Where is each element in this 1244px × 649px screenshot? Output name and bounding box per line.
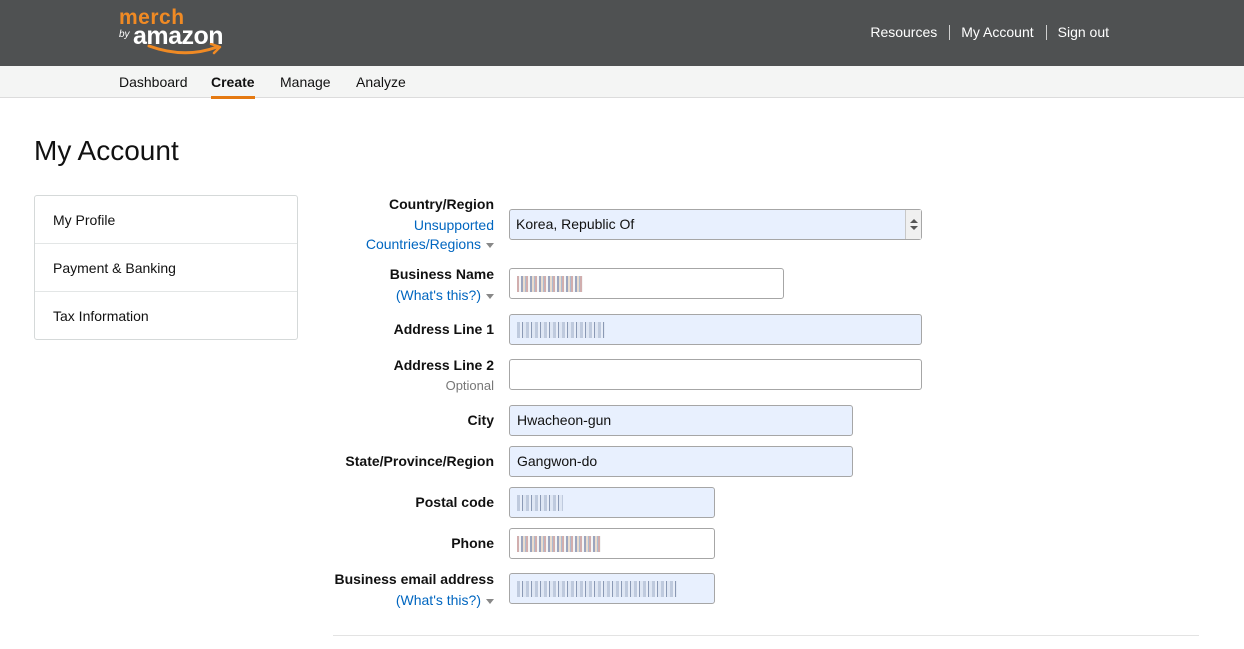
unsupported-countries-link-line1[interactable]: Unsupported [414, 217, 494, 233]
whats-this-text: (What's this?) [395, 287, 481, 303]
business-name-whats-this-link[interactable]: (What's this?) [396, 287, 494, 303]
my-account-link[interactable]: My Account [961, 24, 1033, 40]
country-select-value: Korea, Republic Of [516, 216, 635, 232]
city-value: Hwacheon-gun [517, 412, 612, 428]
top-bar: merch by amazon Resources My Account Sig… [0, 0, 1244, 66]
account-sidebar: My Profile Payment & Banking Tax Informa… [34, 195, 298, 340]
country-label: Country/Region [389, 196, 494, 212]
sidebar-item-tax-information[interactable]: Tax Information [35, 292, 297, 340]
header-links: Resources My Account Sign out [870, 24, 1109, 40]
amazon-smile-icon [147, 43, 222, 55]
sidebar-item-my-profile[interactable]: My Profile [35, 196, 297, 244]
select-arrows-icon [905, 210, 921, 239]
caret-down-icon [486, 598, 494, 604]
sign-out-link[interactable]: Sign out [1058, 24, 1109, 40]
business-email-whats-this-link[interactable]: (What's this?) [396, 592, 494, 608]
business-email-label: Business email address [334, 571, 494, 587]
state-input[interactable]: Gangwon-do [509, 446, 853, 477]
caret-down-icon [486, 242, 494, 248]
tab-dashboard[interactable]: Dashboard [119, 74, 188, 90]
caret-down-icon [486, 293, 494, 299]
whats-this-text: (What's this?) [395, 592, 481, 608]
address-line-1-label: Address Line 1 [393, 321, 494, 337]
business-email-input[interactable] [509, 573, 715, 604]
address-line-2-label: Address Line 2 [393, 357, 494, 373]
phone-label: Phone [451, 535, 494, 551]
city-input[interactable]: Hwacheon-gun [509, 405, 853, 436]
address-line-1-input[interactable] [509, 314, 922, 345]
header-divider [1045, 24, 1047, 40]
main-nav: Dashboard Create Manage Analyze [0, 66, 1244, 99]
country-select[interactable]: Korea, Republic Of [509, 209, 922, 240]
tab-create[interactable]: Create [211, 74, 255, 99]
business-name-label: Business Name [389, 266, 494, 282]
tab-analyze[interactable]: Analyze [356, 74, 406, 90]
state-label: State/Province/Region [345, 453, 494, 469]
postal-code-input[interactable] [509, 487, 715, 518]
tab-manage[interactable]: Manage [280, 74, 331, 90]
sidebar-item-payment-banking[interactable]: Payment & Banking [35, 244, 297, 292]
postal-code-label: Postal code [415, 494, 494, 510]
resources-link[interactable]: Resources [870, 24, 937, 40]
unsupported-countries-link[interactable]: Countries/Regions [366, 236, 494, 252]
redacted-value [517, 581, 677, 598]
address-line-2-optional-hint: Optional [445, 378, 494, 393]
state-value: Gangwon-do [517, 453, 598, 469]
unsupported-countries-link-line2: Countries/Regions [365, 236, 481, 252]
redacted-value [517, 276, 583, 293]
redacted-value [517, 322, 605, 339]
address-line-2-input[interactable] [509, 359, 922, 390]
page-title: My Account [34, 135, 179, 166]
merch-by-amazon-logo[interactable]: merch by amazon [119, 6, 229, 58]
phone-input[interactable] [509, 528, 715, 559]
business-name-input[interactable] [509, 268, 784, 299]
redacted-value [517, 536, 601, 553]
redacted-value [517, 495, 563, 512]
logo-by-text: by [119, 29, 130, 40]
section-divider [333, 635, 1199, 636]
city-label: City [467, 412, 494, 428]
header-divider [949, 24, 951, 40]
